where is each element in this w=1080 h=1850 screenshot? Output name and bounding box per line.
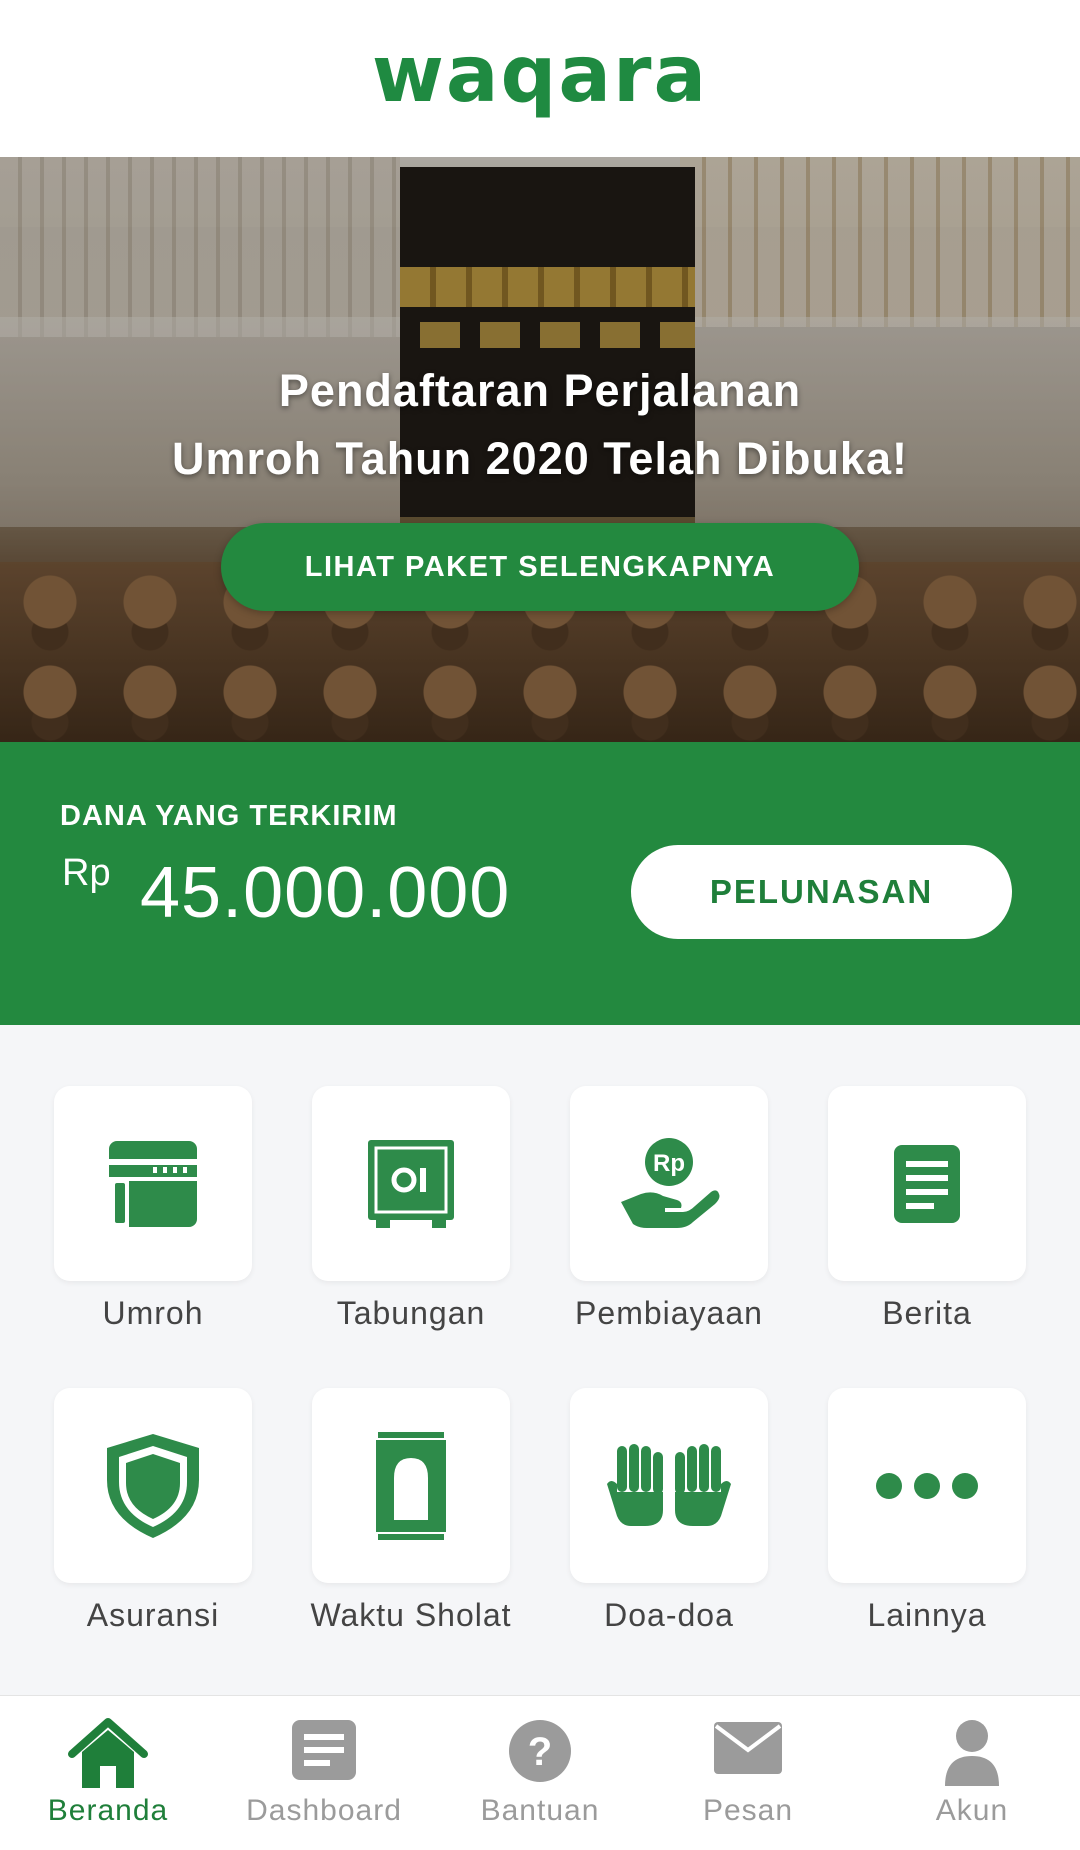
pelunasan-button[interactable]: PELUNASAN	[631, 845, 1012, 939]
more-dots-icon	[875, 1472, 979, 1500]
svg-text:?: ?	[528, 1730, 552, 1774]
home-icon	[0, 1718, 216, 1790]
app-header: waqara	[0, 0, 1080, 157]
kaaba-icon	[107, 1139, 199, 1229]
bottom-navigation: Beranda Dashboard ? Bantuan Pesan Akun	[0, 1695, 1080, 1850]
mail-icon	[640, 1718, 856, 1776]
nav-item-beranda[interactable]: Beranda	[0, 1696, 216, 1850]
funds-amount: 45.000.000	[140, 853, 511, 933]
hero-title-line1: Pendaftaran Perjalanan	[278, 365, 802, 416]
menu-tile[interactable]	[54, 1388, 252, 1583]
nav-label-dashboard: Dashboard	[246, 1794, 402, 1827]
menu-item-asuransi[interactable]: Asuransi	[0, 1327, 258, 1633]
praying-hands-icon	[607, 1443, 731, 1528]
funds-currency: Rp	[62, 852, 111, 894]
nav-label-beranda: Beranda	[47, 1794, 169, 1827]
menu-tile[interactable]	[54, 1086, 252, 1281]
hero-banner[interactable]: Pendaftaran Perjalanan Umroh Tahun 2020 …	[0, 157, 1080, 742]
help-icon: ?	[432, 1718, 648, 1784]
svg-text:Rp: Rp	[653, 1150, 685, 1177]
dashboard-icon	[216, 1718, 432, 1782]
menu-tile[interactable]	[312, 1388, 510, 1583]
shield-icon	[103, 1432, 203, 1540]
menu-item-waktu-sholat[interactable]: Waktu Sholat	[258, 1327, 516, 1633]
menu-item-pembiayaan[interactable]: Rp Pembiayaan	[516, 1025, 774, 1331]
menu-item-umroh[interactable]: Umroh	[0, 1025, 258, 1331]
funds-section: DANA YANG TERKIRIM Rp 45.000.000 PELUNAS…	[0, 742, 1080, 1025]
nav-item-dashboard[interactable]: Dashboard	[216, 1696, 432, 1850]
menu-item-tabungan[interactable]: Tabungan	[258, 1025, 516, 1331]
nav-label-bantuan: Bantuan	[480, 1794, 600, 1827]
app-screen: waqara Pendaftaran Perjalanan Umroh Tahu…	[0, 0, 1080, 1850]
hero-title: Pendaftaran Perjalanan Umroh Tahun 2020 …	[0, 357, 1080, 493]
nav-item-akun[interactable]: Akun	[864, 1696, 1080, 1850]
menu-tile[interactable]	[828, 1086, 1026, 1281]
funds-label: DANA YANG TERKIRIM	[60, 800, 398, 832]
prayer-mat-icon	[374, 1431, 448, 1540]
nav-item-bantuan[interactable]: ? Bantuan	[432, 1696, 648, 1850]
menu-tile[interactable]	[312, 1086, 510, 1281]
document-icon	[892, 1143, 962, 1225]
menu-grid: Umroh Tabungan Rp Pembiayaan Berita Asur…	[0, 1025, 1080, 1695]
view-packages-button[interactable]: LIHAT PAKET SELENGKAPNYA	[221, 523, 859, 611]
menu-item-doa-doa[interactable]: Doa-doa	[516, 1327, 774, 1633]
safe-icon	[366, 1138, 456, 1230]
user-icon	[864, 1718, 1080, 1788]
waqara-logo: waqara	[371, 29, 709, 120]
nav-item-pesan[interactable]: Pesan	[640, 1696, 856, 1850]
nav-label-pesan: Pesan	[702, 1794, 794, 1827]
menu-tile[interactable]	[570, 1388, 768, 1583]
menu-label-lainnya: Lainnya	[867, 1597, 987, 1633]
hand-money-icon: Rp	[617, 1136, 721, 1232]
nav-label-akun: Akun	[935, 1794, 1009, 1827]
menu-tile[interactable]: Rp	[570, 1086, 768, 1281]
menu-item-lainnya[interactable]: Lainnya	[774, 1327, 1032, 1633]
menu-tile[interactable]	[828, 1388, 1026, 1583]
menu-item-berita[interactable]: Berita	[774, 1025, 1032, 1331]
hero-title-line2: Umroh Tahun 2020 Telah Dibuka!	[172, 433, 908, 484]
